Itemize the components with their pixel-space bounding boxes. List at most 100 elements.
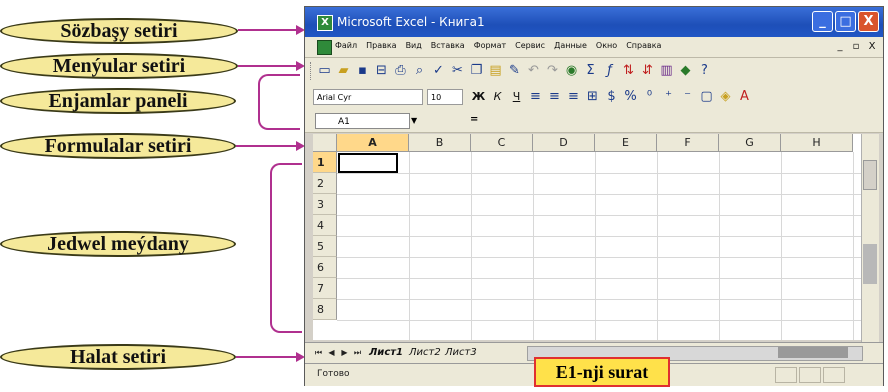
- font-size-select[interactable]: 10: [427, 89, 463, 105]
- print-preview-icon[interactable]: ⌕: [412, 63, 427, 78]
- new-icon[interactable]: ▭: [317, 63, 332, 78]
- arrow-menu-bar: [238, 65, 298, 67]
- undo-icon[interactable]: ↶: [526, 63, 541, 78]
- menu-tools[interactable]: Сервис: [515, 41, 545, 50]
- paste-icon[interactable]: ▤: [488, 63, 503, 78]
- column-header-g[interactable]: G: [719, 134, 781, 152]
- next-sheet-button[interactable]: ▶: [339, 347, 350, 359]
- gridline: [657, 152, 658, 340]
- row-header-3[interactable]: 3: [313, 194, 337, 215]
- row-header-1[interactable]: 1: [313, 152, 337, 173]
- decrease-decimal-icon[interactable]: ⁻: [680, 89, 695, 104]
- vertical-scroll-track[interactable]: [863, 244, 877, 284]
- row-header-5[interactable]: 5: [313, 236, 337, 257]
- sheet-tab-2[interactable]: Лист2: [409, 345, 441, 361]
- workbook-restore-button[interactable]: ▫: [849, 40, 863, 53]
- row-header-6[interactable]: 6: [313, 257, 337, 278]
- cut-icon[interactable]: ✂: [450, 63, 465, 78]
- font-color-icon[interactable]: A: [737, 89, 752, 104]
- close-button[interactable]: X: [858, 11, 879, 32]
- thousands-icon[interactable]: ⁰: [642, 89, 657, 104]
- sort-asc-icon[interactable]: ⇅: [621, 63, 636, 78]
- column-header-h[interactable]: H: [781, 134, 853, 152]
- menu-help[interactable]: Справка: [626, 41, 661, 50]
- column-header-e[interactable]: E: [595, 134, 657, 152]
- toolbar-grip[interactable]: [310, 62, 314, 80]
- active-cell-a1[interactable]: [338, 153, 398, 173]
- menu-file[interactable]: Файл: [335, 41, 357, 50]
- maximize-button[interactable]: □: [835, 11, 856, 32]
- callout-formula-bar: Formulalar setiri: [0, 133, 236, 159]
- menu-insert[interactable]: Вставка: [431, 41, 465, 50]
- first-sheet-button[interactable]: ⏮: [313, 347, 324, 359]
- last-sheet-button[interactable]: ⏭: [352, 347, 363, 359]
- select-all-corner[interactable]: [313, 134, 337, 152]
- format-painter-icon[interactable]: ✎: [507, 63, 522, 78]
- workbook-minimize-button[interactable]: _: [833, 40, 847, 53]
- font-name-select[interactable]: Arial Cyr: [313, 89, 423, 105]
- arrow-status-bar: [236, 356, 298, 358]
- increase-decimal-icon[interactable]: ⁺: [661, 89, 676, 104]
- align-right-icon[interactable]: ≡: [566, 89, 581, 104]
- underline-button[interactable]: Ч: [509, 89, 524, 104]
- open-icon[interactable]: ▰: [336, 63, 351, 78]
- drawing-icon[interactable]: ◆: [678, 63, 693, 78]
- redo-icon[interactable]: ↷: [545, 63, 560, 78]
- name-box[interactable]: A1: [315, 113, 410, 129]
- excel-window: X Microsoft Excel - Книга1 _ □ X Файл Пр…: [304, 6, 884, 386]
- workbook-icon[interactable]: [317, 40, 332, 55]
- menu-window[interactable]: Окно: [596, 41, 617, 50]
- formula-input[interactable]: [485, 113, 877, 129]
- row-header-7[interactable]: 7: [313, 278, 337, 299]
- help-icon[interactable]: ?: [697, 63, 712, 78]
- menu-view[interactable]: Вид: [406, 41, 422, 50]
- menu-format[interactable]: Формат: [474, 41, 506, 50]
- standard-toolbar: ▭ ▰ ▪ ⊟ ⎙ ⌕ ✓ ✂ ❐ ▤ ✎ ↶ ↷ ◉ Σ ƒ ⇅ ⇵ ▥ ◆ …: [305, 58, 883, 85]
- italic-button[interactable]: К: [490, 89, 505, 104]
- column-header-b[interactable]: B: [409, 134, 471, 152]
- copy-icon[interactable]: ❐: [469, 63, 484, 78]
- horizontal-scroll-thumb[interactable]: [778, 347, 848, 358]
- chart-icon[interactable]: ▥: [659, 63, 674, 78]
- gridline: [595, 152, 596, 340]
- column-header-c[interactable]: C: [471, 134, 533, 152]
- prev-sheet-button[interactable]: ◀: [326, 347, 337, 359]
- vertical-scroll-thumb[interactable]: [863, 160, 877, 190]
- name-box-dropdown-icon[interactable]: ▼: [411, 116, 417, 125]
- print-icon[interactable]: ⎙: [393, 63, 408, 78]
- align-left-icon[interactable]: ≡: [528, 89, 543, 104]
- minimize-button[interactable]: _: [812, 11, 833, 32]
- currency-icon[interactable]: $: [604, 89, 619, 104]
- excel-app-icon[interactable]: X: [317, 15, 333, 31]
- worksheet-grid[interactable]: A B C D E F G H 1 2 3 4 5 6 7 8: [313, 134, 873, 340]
- sheet-tab-1[interactable]: Лист1: [369, 345, 403, 361]
- figure-caption: E1-nji surat: [534, 357, 670, 387]
- column-header-d[interactable]: D: [533, 134, 595, 152]
- hyperlink-icon[interactable]: ◉: [564, 63, 579, 78]
- column-header-f[interactable]: F: [657, 134, 719, 152]
- autosum-icon[interactable]: Σ: [583, 63, 598, 78]
- bold-button[interactable]: Ж: [471, 89, 486, 104]
- align-center-icon[interactable]: ≡: [547, 89, 562, 104]
- arrow-title-bar: [238, 29, 298, 31]
- merge-center-icon[interactable]: ⊞: [585, 89, 600, 104]
- vertical-scrollbar[interactable]: [861, 134, 879, 342]
- row-header-2[interactable]: 2: [313, 173, 337, 194]
- percent-icon[interactable]: %: [623, 89, 638, 104]
- fill-color-icon[interactable]: ◈: [718, 89, 733, 104]
- sheet-tab-3[interactable]: Лист3: [445, 345, 477, 361]
- borders-icon[interactable]: ▢: [699, 89, 714, 104]
- spelling-icon[interactable]: ✓: [431, 63, 446, 78]
- workbook-close-button[interactable]: X: [865, 40, 879, 53]
- row-header-8[interactable]: 8: [313, 299, 337, 320]
- arrow-toolbars-bottom: [286, 128, 300, 130]
- formula-equals-button[interactable]: =: [470, 114, 478, 125]
- save-icon[interactable]: ▪: [355, 63, 370, 78]
- sort-desc-icon[interactable]: ⇵: [640, 63, 655, 78]
- function-icon[interactable]: ƒ: [602, 63, 617, 78]
- menu-edit[interactable]: Правка: [366, 41, 396, 50]
- menu-data[interactable]: Данные: [554, 41, 587, 50]
- row-header-4[interactable]: 4: [313, 215, 337, 236]
- permission-icon[interactable]: ⊟: [374, 63, 389, 78]
- column-header-a[interactable]: A: [337, 134, 409, 152]
